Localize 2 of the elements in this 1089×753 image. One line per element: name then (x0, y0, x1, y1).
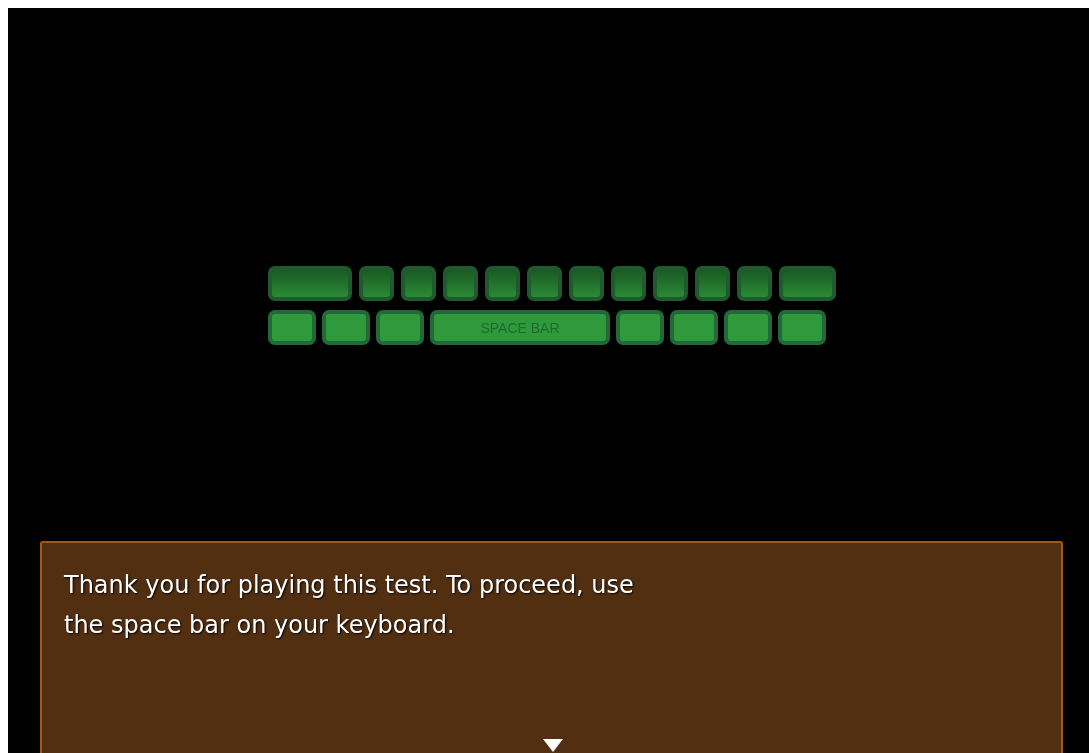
down-triangle-icon[interactable] (543, 739, 563, 752)
dialog-text: Thank you for playing this test. To proceed, use the space bar on your keyboard. (64, 570, 635, 641)
